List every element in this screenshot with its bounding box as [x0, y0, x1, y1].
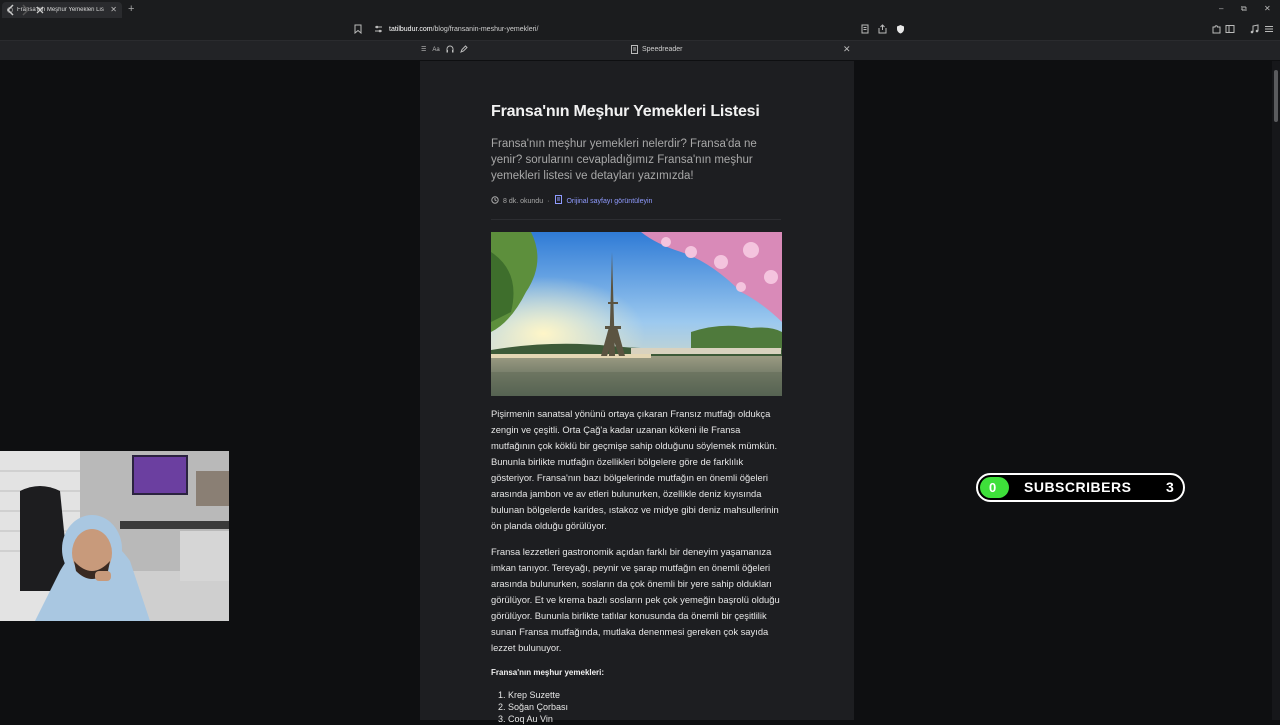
- nav-toolbar: [0, 20, 1280, 40]
- new-tab-button[interactable]: +: [128, 3, 134, 15]
- reader-settings-icon[interactable]: ☰: [421, 45, 426, 57]
- reader-tools: ☰ Aa: [421, 45, 468, 57]
- article-paragraph-1: Pişirmenin sanatsal yönünü ortaya çıkara…: [491, 408, 779, 531]
- page-title: Fransa'nın Meşhur Yemekleri Listesi: [491, 103, 760, 120]
- meta-separator: ·: [547, 197, 550, 205]
- subscribers-count: 3: [1166, 479, 1174, 495]
- restore-button[interactable]: ⧉: [1241, 4, 1247, 14]
- bookmark-icon[interactable]: [353, 24, 363, 35]
- reader-close-button[interactable]: ✕: [843, 44, 851, 55]
- stop-loading-icon[interactable]: [35, 4, 45, 20]
- url-path: /blog/fransanin-meshur-yemekleri/: [432, 26, 539, 33]
- menu-icon[interactable]: [1264, 24, 1274, 35]
- tab-title: Fransa'nın Meşhur Yemekleri Lis: [17, 7, 104, 13]
- back-icon[interactable]: [6, 4, 15, 20]
- shield-icon[interactable]: [895, 24, 905, 35]
- subscribers-badge: 0: [980, 477, 1009, 498]
- font-size-icon[interactable]: Aa: [432, 45, 439, 57]
- window-close-button[interactable]: ✕: [1264, 4, 1271, 14]
- scrollbar-track[interactable]: [1272, 61, 1280, 720]
- tab-active[interactable]: Fransa'nın Meşhur Yemekleri Lis ✕: [2, 2, 122, 18]
- scrollbar-thumb[interactable]: [1274, 70, 1278, 122]
- article-lead: Fransa'nın meşhur yemekleri nelerdir? Fr…: [491, 138, 757, 182]
- reader-edit-icon[interactable]: [459, 45, 468, 57]
- minimize-button[interactable]: –: [1219, 4, 1223, 14]
- hero-image-eiffel-tower: [491, 232, 782, 396]
- original-page-link[interactable]: Orijinal sayfayı görüntüleyin: [566, 197, 652, 207]
- list-item: 1. Krep Suzette: [498, 690, 561, 700]
- original-page-icon: [555, 195, 563, 208]
- extensions-icon[interactable]: [1211, 24, 1221, 35]
- site-info-icon[interactable]: [373, 24, 383, 35]
- list-heading: Fransa'nın meşhur yemekleri:: [491, 668, 605, 677]
- speedreader-title: Speedreader: [631, 45, 682, 58]
- speedreader-label: Speedreader: [642, 46, 683, 53]
- read-time: 8 dk. okundu: [503, 197, 544, 205]
- article-meta: 8 dk. okundu · Orijinal sayfayı görüntül…: [491, 195, 652, 208]
- address-bar[interactable]: tatilbudur.com/blog/fransanin-meshur-yem…: [389, 25, 538, 35]
- subscribers-label: SUBSCRIBERS: [1024, 479, 1132, 495]
- sidebar-icon[interactable]: [1225, 24, 1235, 35]
- document-icon: [631, 45, 638, 58]
- url-domain: tatilbudur.com: [389, 26, 433, 33]
- headphones-icon[interactable]: [446, 45, 454, 57]
- media-icon[interactable]: [1249, 24, 1259, 35]
- clock-icon: [491, 195, 499, 208]
- tab-close-icon[interactable]: ✕: [110, 6, 117, 14]
- webcam-overlay: [0, 451, 229, 621]
- subscribers-widget: 0 SUBSCRIBERS 3: [976, 473, 1185, 502]
- tab-bar: [0, 0, 1280, 20]
- reader-mode-icon[interactable]: [860, 24, 870, 35]
- list-item: 2. Soğan Çorbası: [498, 702, 569, 712]
- divider: [491, 219, 781, 220]
- share-icon[interactable]: [877, 24, 887, 35]
- forward-icon[interactable]: [21, 4, 30, 20]
- list-item: 3. Coq Au Vin: [498, 714, 553, 724]
- article-paragraph-2: Fransa lezzetleri gastronomik açıdan far…: [491, 546, 780, 653]
